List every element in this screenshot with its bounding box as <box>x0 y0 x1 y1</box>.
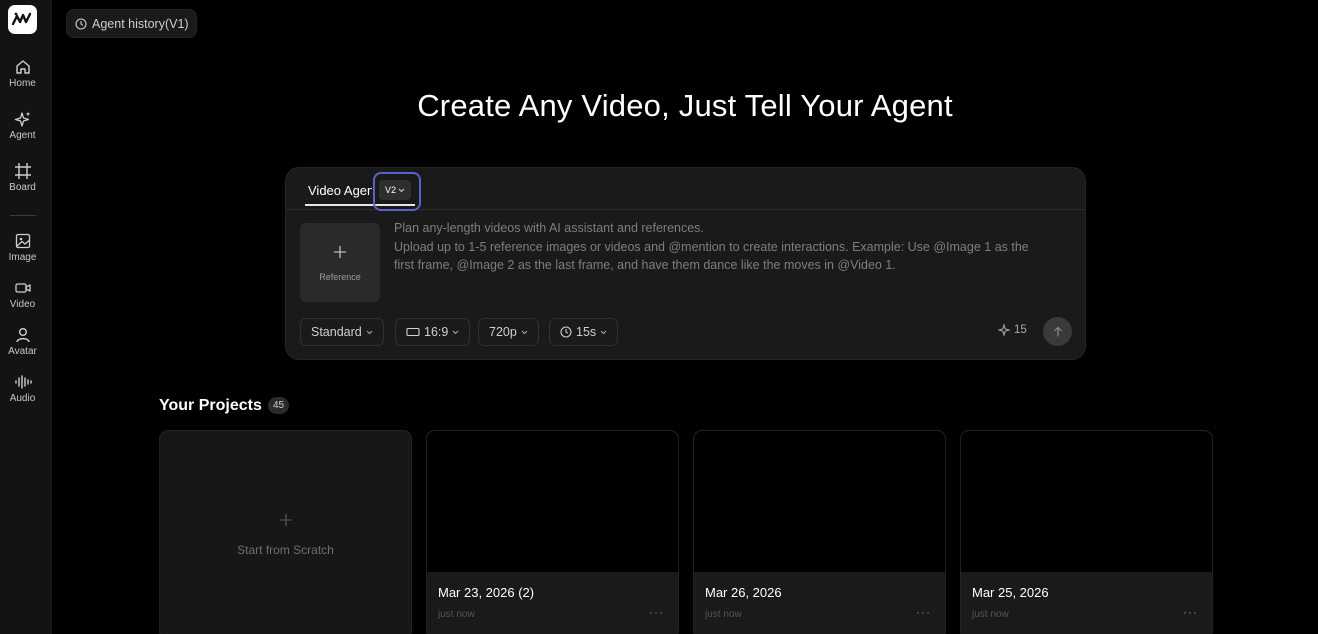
video-icon <box>14 283 31 293</box>
sidebar-item-home[interactable]: Home <box>0 58 45 89</box>
sidebar-divider <box>10 215 36 216</box>
quality-value: Standard <box>311 325 362 339</box>
sidebar-item-label: Avatar <box>8 346 37 357</box>
project-timestamp: just now <box>972 609 1009 620</box>
start-from-scratch-label: Start from Scratch <box>237 543 334 557</box>
project-thumbnail <box>694 431 945 572</box>
aspect-ratio-dropdown[interactable]: 16:9 <box>395 318 471 346</box>
version-label: V2 <box>384 185 396 195</box>
sidebar-item-label: Image <box>8 252 37 263</box>
chevron-down-icon <box>398 188 405 192</box>
logo-icon <box>11 12 32 26</box>
credits-indicator: 15 <box>998 324 1027 336</box>
duration-value: 15s <box>576 325 597 339</box>
prompt-input[interactable]: Plan any-length videos with AI assistant… <box>394 219 1074 289</box>
add-reference-button[interactable]: Reference <box>300 223 380 302</box>
tab-video-agent[interactable]: Video Agent <box>308 183 372 198</box>
plus-icon <box>334 246 346 258</box>
sidebar-item-label: Home <box>9 78 36 89</box>
prompt-placeholder-line: Upload up to 1-5 reference images or vid… <box>394 239 1029 254</box>
agent-composer: Video Agent V2 Reference Plan any-length… <box>285 167 1086 360</box>
project-timestamp: just now <box>705 609 742 620</box>
projects-heading: Your Projects <box>159 397 262 414</box>
app-root: Home Agent Board Image Video Avatar Audi… <box>0 0 1318 634</box>
board-icon <box>14 163 31 179</box>
aspect-ratio-value: 16:9 <box>424 325 449 339</box>
image-icon <box>15 233 30 249</box>
chevron-down-icon <box>366 330 373 334</box>
sparkle-icon <box>14 111 30 127</box>
sidebar-item-label: Board <box>9 182 36 193</box>
chevron-down-icon <box>452 330 459 334</box>
agent-history-label: Agent history(V1) <box>92 16 189 31</box>
sidebar-item-image[interactable]: Image <box>0 232 45 263</box>
clock-icon <box>75 17 87 30</box>
project-timestamp: just now <box>438 609 475 620</box>
send-button[interactable] <box>1043 317 1072 346</box>
avatar-icon <box>15 328 30 343</box>
credits-value: 15 <box>1014 324 1027 336</box>
prompt-placeholder-line: first frame, @Image 2 as the last frame,… <box>394 258 896 272</box>
sidebar-item-label: Agent <box>9 130 36 141</box>
sidebar-item-label: Video <box>9 299 36 310</box>
prompt-placeholder-line: Plan any-length videos with AI assistant… <box>394 221 704 235</box>
more-options-icon[interactable]: ··· <box>649 605 664 619</box>
project-thumbnail <box>427 431 678 572</box>
sidebar: Home Agent Board Image Video Avatar Audi… <box>0 0 52 634</box>
clock-icon <box>560 326 572 338</box>
resolution-value: 720p <box>489 325 517 339</box>
quality-dropdown[interactable]: Standard <box>300 318 384 346</box>
start-from-scratch-card[interactable]: Start from Scratch <box>159 430 412 634</box>
sidebar-item-board[interactable]: Board <box>0 162 45 193</box>
audio-icon <box>14 375 32 389</box>
arrow-up-icon <box>1053 326 1062 336</box>
project-card[interactable]: Mar 25, 2026 just now ··· <box>960 430 1213 634</box>
projects-count-badge: 45 <box>268 397 290 414</box>
resolution-dropdown[interactable]: 720p <box>478 318 539 346</box>
more-options-icon[interactable]: ··· <box>916 605 931 619</box>
agent-history-button[interactable]: Agent history(V1) <box>66 9 197 38</box>
chevron-down-icon <box>600 330 607 334</box>
sidebar-item-audio[interactable]: Audio <box>0 373 45 404</box>
project-title: Mar 26, 2026 <box>705 585 782 600</box>
project-thumbnail <box>961 431 1212 572</box>
more-options-icon[interactable]: ··· <box>1183 605 1198 619</box>
page-title: Create Any Video, Just Tell Your Agent <box>417 88 953 123</box>
chevron-down-icon <box>521 330 528 334</box>
version-dropdown[interactable]: V2 <box>373 172 421 211</box>
reference-label: Reference <box>319 272 361 282</box>
project-card[interactable]: Mar 23, 2026 (2) just now ··· <box>426 430 679 634</box>
project-title: Mar 25, 2026 <box>972 585 1049 600</box>
sparkle-icon <box>998 324 1010 336</box>
sidebar-item-label: Audio <box>9 393 36 404</box>
sidebar-item-avatar[interactable]: Avatar <box>0 326 45 357</box>
version-select-inner: V2 <box>379 180 411 200</box>
home-icon <box>15 60 30 74</box>
app-logo[interactable] <box>8 5 37 34</box>
duration-dropdown[interactable]: 15s <box>549 318 619 346</box>
sidebar-item-video[interactable]: Video <box>0 279 45 310</box>
project-title: Mar 23, 2026 (2) <box>438 585 535 600</box>
sidebar-item-agent[interactable]: Agent <box>0 110 45 141</box>
composer-tab-row: Video Agent V2 <box>286 168 1085 211</box>
plus-icon <box>280 514 292 526</box>
project-card[interactable]: Mar 26, 2026 just now ··· <box>693 430 946 634</box>
aspect-ratio-icon <box>406 327 420 337</box>
